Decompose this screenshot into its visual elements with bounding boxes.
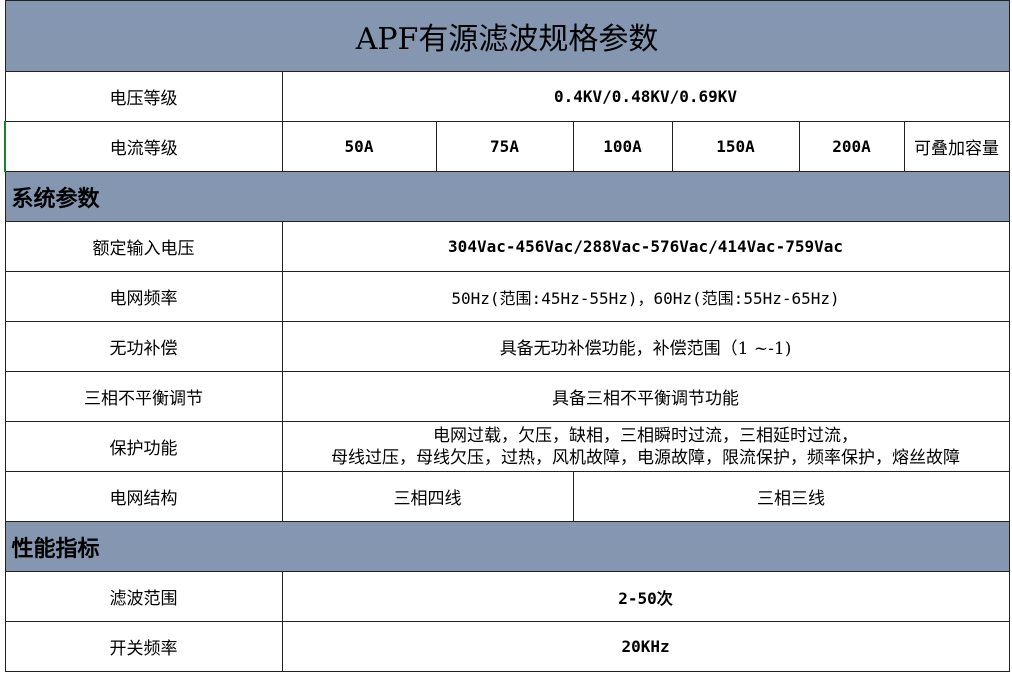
protection-line-2: 母线过压，母线欠压，过热，风机故障，电源故障，限流保护，频率保护，熔丝故障: [331, 447, 961, 468]
current-option-150a[interactable]: 150A: [671, 121, 800, 172]
current-option-stackable[interactable]: 可叠加容量: [903, 121, 1010, 172]
filter-range-label[interactable]: 滤波范围: [4, 571, 283, 622]
rated-input-voltage-value[interactable]: 304Vac-456Vac/288Vac-576Vac/414Vac-759Va…: [281, 221, 1010, 272]
grid-structure-four-wire[interactable]: 三相四线: [281, 471, 574, 522]
spec-table: APF有源滤波规格参数 电压等级 0.4KV/0.48KV/0.69KV 电流等…: [4, 0, 1010, 672]
reactive-compensation-value[interactable]: 具备无功补偿功能，补偿范围（1 ~-1): [281, 321, 1010, 372]
current-option-50a[interactable]: 50A: [281, 121, 437, 172]
section-performance-title[interactable]: 性能指标: [4, 521, 1010, 572]
grid-frequency-label[interactable]: 电网频率: [4, 271, 283, 322]
section-system-row: 系统参数: [4, 171, 1010, 222]
current-level-row: 电流等级 50A 75A 100A 150A 200A 可叠加容量: [4, 121, 1010, 172]
switching-frequency-row: 开关频率 20KHz: [4, 621, 1010, 672]
rated-input-voltage-row: 额定输入电压 304Vac-456Vac/288Vac-576Vac/414Va…: [4, 221, 1010, 272]
three-phase-balance-value[interactable]: 具备三相不平衡调节功能: [281, 371, 1010, 422]
voltage-level-value[interactable]: 0.4KV/0.48KV/0.69KV: [281, 71, 1010, 122]
current-level-label[interactable]: 电流等级: [4, 121, 283, 172]
section-system-title[interactable]: 系统参数: [4, 171, 1010, 222]
protection-value[interactable]: 电网过载，欠压，缺相，三相瞬时过流，三相延时过流， 母线过压，母线欠压，过热，风…: [281, 421, 1010, 472]
title-row: APF有源滤波规格参数: [4, 0, 1010, 72]
section-performance-row: 性能指标: [4, 521, 1010, 572]
three-phase-balance-row: 三相不平衡调节 具备三相不平衡调节功能: [4, 371, 1010, 422]
spec-sheet: APF有源滤波规格参数 电压等级 0.4KV/0.48KV/0.69KV 电流等…: [4, 0, 1010, 672]
grid-structure-label[interactable]: 电网结构: [4, 471, 283, 522]
grid-structure-three-wire[interactable]: 三相三线: [572, 471, 1010, 522]
voltage-level-row: 电压等级 0.4KV/0.48KV/0.69KV: [4, 71, 1010, 122]
grid-frequency-value[interactable]: 50Hz(范围:45Hz-55Hz)，60Hz(范围:55Hz-65Hz): [281, 271, 1010, 322]
three-phase-balance-label[interactable]: 三相不平衡调节: [4, 371, 283, 422]
filter-range-row: 滤波范围 2-50次: [4, 571, 1010, 622]
sheet-title[interactable]: APF有源滤波规格参数: [4, 0, 1010, 72]
protection-row: 保护功能 电网过载，欠压，缺相，三相瞬时过流，三相延时过流， 母线过压，母线欠压…: [4, 421, 1010, 472]
rated-input-voltage-label[interactable]: 额定输入电压: [4, 221, 283, 272]
grid-structure-row: 电网结构 三相四线 三相三线: [4, 471, 1010, 522]
reactive-compensation-label[interactable]: 无功补偿: [4, 321, 283, 372]
voltage-level-label[interactable]: 电压等级: [4, 71, 283, 122]
protection-line-1: 电网过载，欠压，缺相，三相瞬时过流，三相延时过流，: [433, 425, 859, 446]
current-option-75a[interactable]: 75A: [435, 121, 574, 172]
reactive-compensation-row: 无功补偿 具备无功补偿功能，补偿范围（1 ~-1): [4, 321, 1010, 372]
switching-frequency-value[interactable]: 20KHz: [281, 621, 1010, 672]
current-option-100a[interactable]: 100A: [572, 121, 673, 172]
current-option-200a[interactable]: 200A: [798, 121, 905, 172]
grid-frequency-row: 电网频率 50Hz(范围:45Hz-55Hz)，60Hz(范围:55Hz-65H…: [4, 271, 1010, 322]
filter-range-value[interactable]: 2-50次: [281, 571, 1010, 622]
protection-label[interactable]: 保护功能: [4, 421, 283, 472]
switching-frequency-label[interactable]: 开关频率: [4, 621, 283, 672]
